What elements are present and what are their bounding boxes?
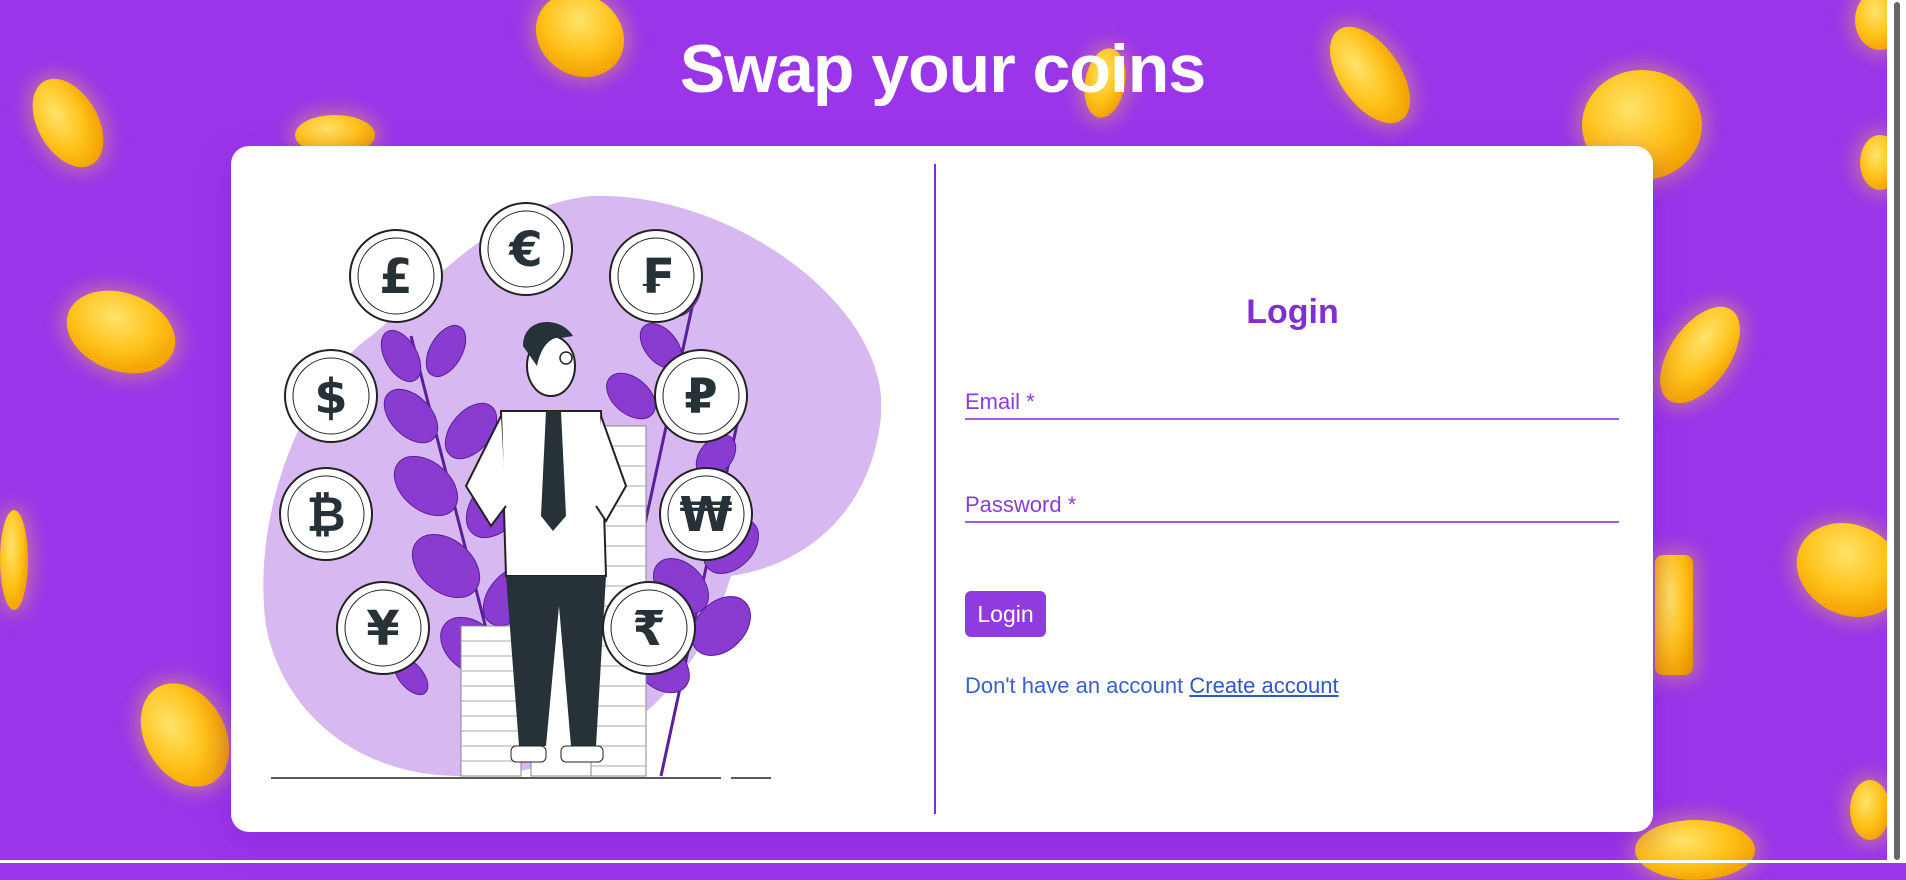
coin-symbol: ₹ [632,601,665,657]
login-heading: Login [1246,293,1339,331]
coin-decoration [122,667,248,803]
panel-divider [934,164,936,814]
coin-symbol: ₿ [306,487,345,543]
email-field[interactable]: Email * [965,386,1619,420]
coin-symbol: ₩ [680,487,733,543]
create-account-link[interactable]: Create account [1189,673,1338,698]
coin-symbol: ¥ [366,601,399,657]
coin-symbol: ₽ [684,369,717,425]
coin-decoration [0,510,28,610]
coin-symbol: ₣ [639,249,672,305]
coin-decoration [1643,292,1757,418]
login-button[interactable]: Login [965,591,1046,637]
coin-decoration [55,276,187,388]
coin-symbol: $ [314,369,347,425]
pound-coin-icon: £ [349,229,443,323]
signup-prompt: Don't have an account [965,673,1184,698]
ruble-coin-icon: ₽ [654,349,748,443]
coin-decoration [1635,820,1755,880]
yen-coin-icon: ¥ [336,581,430,675]
login-card: £ € ₣ $ ₽ ₿ ₩ ¥ ₹ Login Email * Password… [231,146,1653,832]
password-field[interactable]: Password * [965,489,1619,523]
coin-symbol: € [508,222,542,278]
scrollbar[interactable] [1887,0,1906,863]
email-input[interactable] [965,386,1619,418]
franc-coin-icon: ₣ [609,229,703,323]
coin-symbol: £ [379,249,412,305]
coin-decoration [1655,555,1693,675]
dollar-coin-icon: $ [284,349,378,443]
scrollbar-thumb[interactable] [1894,2,1900,860]
page-title: Swap your coins [679,31,1206,107]
password-input[interactable] [965,489,1619,521]
bitcoin-coin-icon: ₿ [279,467,373,561]
currency-illustration: £ € ₣ $ ₽ ₿ ₩ ¥ ₹ [263,195,881,779]
login-form: Login Email * Password * Login Don't hav… [965,146,1620,832]
won-coin-icon: ₩ [659,467,753,561]
signup-row: Don't have an account Create account [965,673,1339,699]
coin-decoration [1850,780,1890,840]
euro-coin-icon: € [479,202,573,296]
rupee-coin-icon: ₹ [602,581,696,675]
